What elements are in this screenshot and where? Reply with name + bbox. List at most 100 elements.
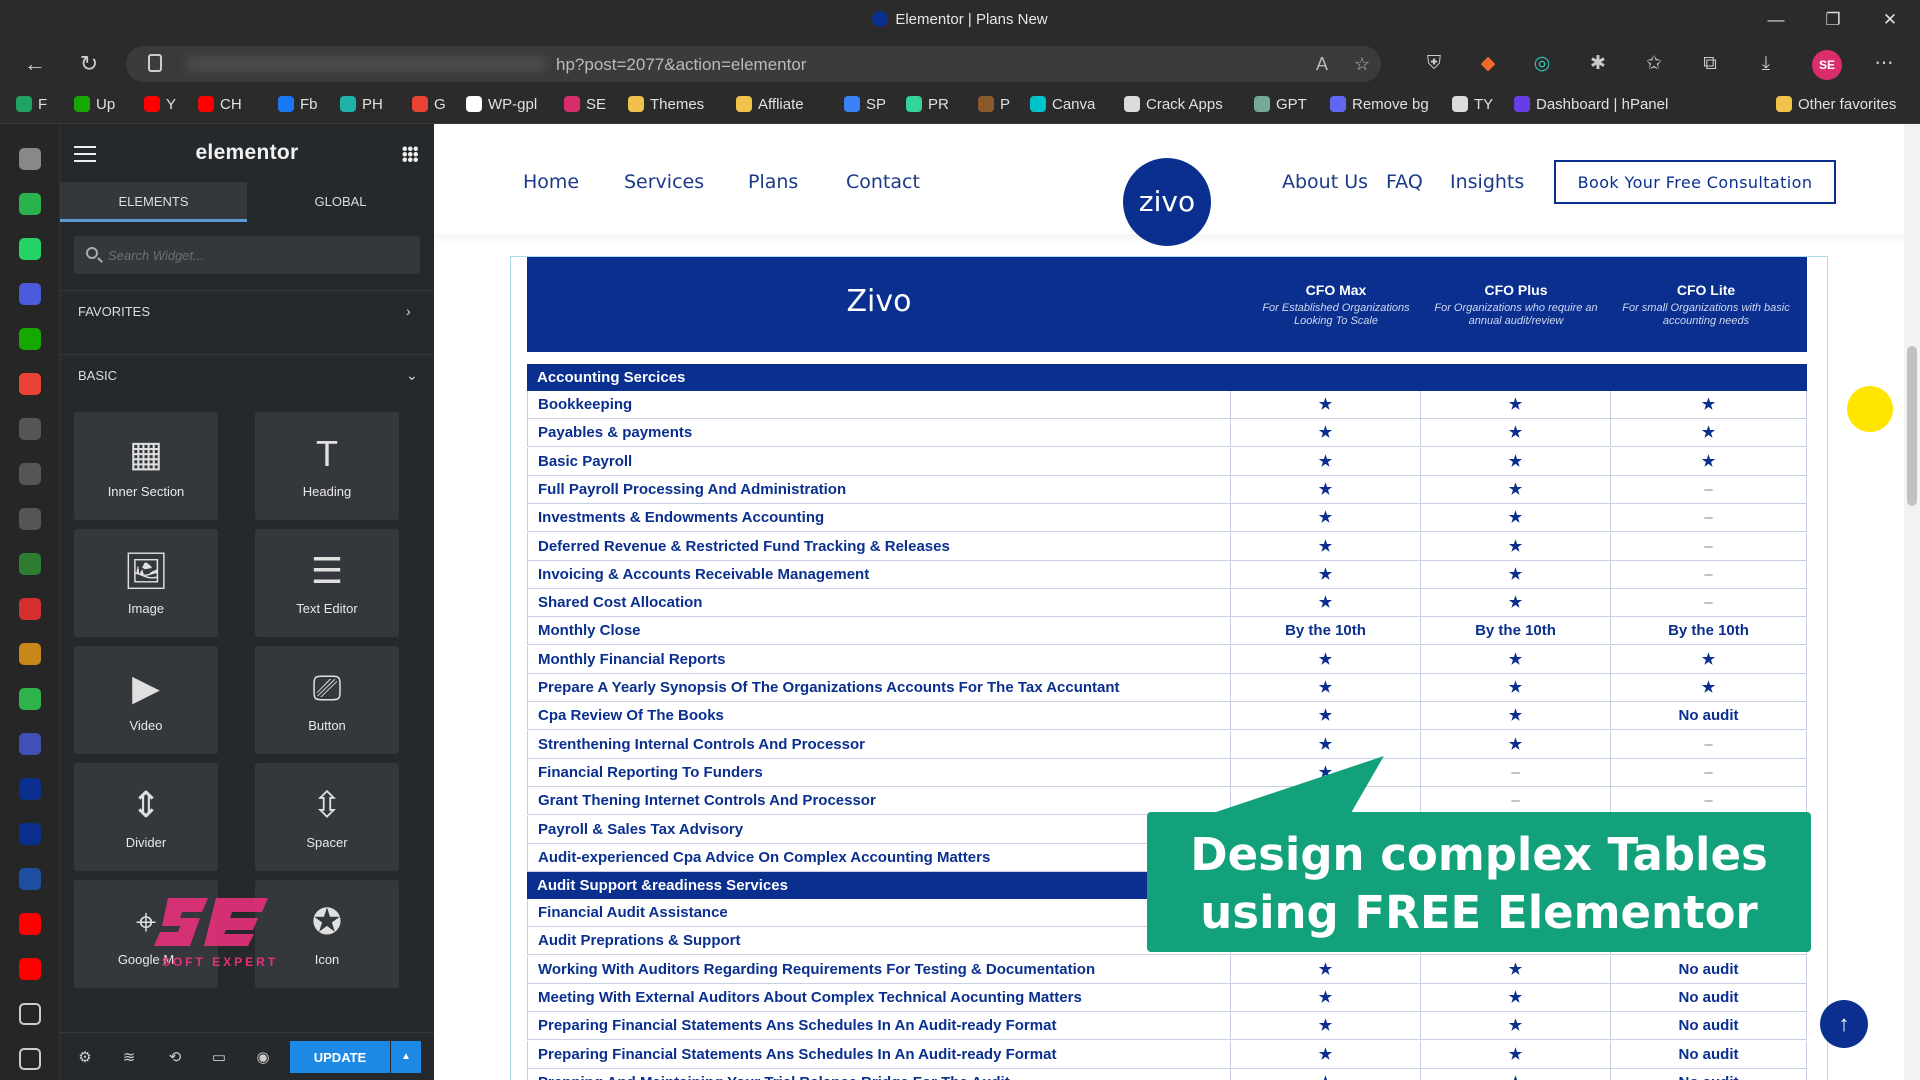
bookmark-item[interactable]: SE: [564, 96, 606, 113]
widget-button[interactable]: ⎚ Button: [255, 646, 399, 754]
url-field[interactable]: hp?post=2077&action=elementor A ☆: [126, 46, 1381, 82]
pricing-table[interactable]: Zivo CFO Max For Established Organizatio…: [510, 256, 1828, 1080]
scrollbar-thumb[interactable]: [1907, 346, 1917, 506]
whatsapp-icon[interactable]: [19, 238, 41, 260]
history-icon[interactable]: ⟲: [166, 1048, 184, 1066]
restore-button[interactable]: ❐: [1815, 8, 1851, 32]
tab-icon[interactable]: [19, 463, 41, 485]
bookmark-item[interactable]: WP-gpl: [466, 96, 537, 113]
bookmark-item[interactable]: Y: [144, 96, 176, 113]
bookmark-item[interactable]: SP: [844, 96, 886, 113]
back-button[interactable]: ←: [20, 50, 50, 78]
nav-services[interactable]: Services: [624, 171, 704, 193]
settings-icon[interactable]: ⚙: [76, 1048, 94, 1066]
favorites-icon[interactable]: ✩: [1640, 50, 1668, 78]
close-button[interactable]: ✕: [1872, 8, 1908, 32]
minimize-button[interactable]: —: [1758, 8, 1794, 32]
plus-icon[interactable]: [19, 1048, 41, 1070]
downloads-icon[interactable]: ⤓: [1752, 50, 1780, 78]
search-input[interactable]: [108, 244, 408, 266]
zivo-icon[interactable]: [19, 823, 41, 845]
scroll-to-top-button[interactable]: ↑: [1820, 1000, 1868, 1048]
extensions-icon[interactable]: ✱: [1584, 50, 1612, 78]
moon-icon[interactable]: [19, 283, 41, 305]
nav-insights[interactable]: Insights: [1450, 171, 1524, 193]
feedly-icon[interactable]: [19, 193, 41, 215]
row-label: Invoicing & Accounts Receivable Manageme…: [527, 560, 1231, 589]
widget-heading[interactable]: T Heading: [255, 412, 399, 520]
preview-eye-icon[interactable]: ◉: [254, 1048, 272, 1066]
upwork-icon[interactable]: [19, 328, 41, 350]
zivo-icon[interactable]: [19, 778, 41, 800]
site-info-icon[interactable]: [148, 54, 162, 72]
widget-video[interactable]: ▶ Video: [74, 646, 218, 754]
widget-inner-section[interactable]: ▦ Inner Section: [74, 412, 218, 520]
shield-icon[interactable]: ⛨: [1420, 50, 1448, 78]
read-aloud-icon[interactable]: A: [1316, 54, 1328, 75]
leaf-icon[interactable]: [19, 553, 41, 575]
page-scrollbar[interactable]: [1904, 124, 1920, 1080]
bookmark-item[interactable]: F: [16, 96, 47, 113]
bookmark-item[interactable]: Crack Apps: [1124, 96, 1223, 113]
collections-icon[interactable]: ⧉: [1696, 50, 1724, 78]
bookmark-item[interactable]: Remove bg: [1330, 96, 1429, 113]
basic-section[interactable]: BASIC ⌄: [60, 354, 434, 394]
tab-icon[interactable]: [19, 418, 41, 440]
widget-spacer[interactable]: ⇳ Spacer: [255, 763, 399, 871]
list-icon[interactable]: [19, 733, 41, 755]
included-star-icon: ★: [1231, 560, 1421, 589]
bookmark-item[interactable]: Affliate: [736, 96, 804, 113]
nav-contact[interactable]: Contact: [846, 171, 920, 193]
tab-global[interactable]: GLOBAL: [247, 182, 434, 222]
widget-image[interactable]: 🖼 Image: [74, 529, 218, 637]
profile-avatar[interactable]: SE: [1812, 50, 1842, 80]
url-text[interactable]: hp?post=2077&action=elementor: [556, 55, 806, 75]
bookmark-item[interactable]: TY: [1452, 96, 1493, 113]
nav-faq[interactable]: FAQ: [1386, 171, 1423, 193]
bookmark-item[interactable]: PH: [340, 96, 383, 113]
record-icon[interactable]: [19, 598, 41, 620]
tab-icon[interactable]: [19, 508, 41, 530]
tabs-icon[interactable]: [19, 148, 41, 170]
zivo-logo[interactable]: zivo: [1123, 158, 1211, 246]
youtube-icon[interactable]: [19, 958, 41, 980]
bookmark-item[interactable]: CH: [198, 96, 242, 113]
bookmark-item[interactable]: Themes: [628, 96, 704, 113]
doc-icon[interactable]: [19, 1003, 41, 1025]
sheet-icon[interactable]: [19, 688, 41, 710]
c-icon[interactable]: [19, 868, 41, 890]
bookmark-item[interactable]: Canva: [1030, 96, 1095, 113]
bookmark-item[interactable]: Dashboard | hPanel: [1514, 96, 1668, 113]
watermark-text: SOFT EXPERT: [162, 955, 278, 969]
bookmark-item[interactable]: PR: [906, 96, 949, 113]
favorites-section[interactable]: FAVORITES ›: [60, 290, 434, 330]
bookmark-item[interactable]: Up: [74, 96, 115, 113]
gmail-icon[interactable]: [19, 373, 41, 395]
elementor-logo: elementor: [195, 141, 299, 164]
bookmark-item[interactable]: P: [978, 96, 1010, 113]
nav-plans[interactable]: Plans: [748, 171, 798, 193]
widgets-grid-icon[interactable]: [402, 146, 418, 162]
bookmark-item[interactable]: Fb: [278, 96, 318, 113]
nav-home[interactable]: Home: [523, 171, 579, 193]
extension-orange-icon[interactable]: ◆: [1474, 50, 1502, 78]
update-button[interactable]: UPDATE: [290, 1041, 390, 1073]
bookmark-item[interactable]: G: [412, 96, 446, 113]
youtube-icon[interactable]: [19, 913, 41, 935]
book-consultation-button[interactable]: Book Your Free Consultation: [1554, 160, 1836, 204]
more-menu-icon[interactable]: ⋯: [1870, 50, 1898, 78]
included-star-icon: ★: [1231, 391, 1421, 419]
refresh-button[interactable]: ↻: [74, 50, 104, 78]
update-options-icon[interactable]: ▲: [391, 1041, 421, 1073]
trophy-icon[interactable]: [19, 643, 41, 665]
add-favorite-icon[interactable]: ☆: [1354, 54, 1370, 75]
widget-divider[interactable]: ⇕ Divider: [74, 763, 218, 871]
responsive-icon[interactable]: ▭: [210, 1048, 228, 1066]
nav-about-us[interactable]: About Us: [1282, 171, 1368, 193]
bookmark-item[interactable]: GPT: [1254, 96, 1307, 113]
tab-elements[interactable]: ELEMENTS: [60, 182, 247, 222]
extension-teal-icon[interactable]: ◎: [1528, 50, 1556, 78]
bookmark-item[interactable]: Other favorites: [1776, 96, 1896, 113]
widget-text-editor[interactable]: ☰ Text Editor: [255, 529, 399, 637]
layers-icon[interactable]: ≋: [120, 1048, 138, 1066]
